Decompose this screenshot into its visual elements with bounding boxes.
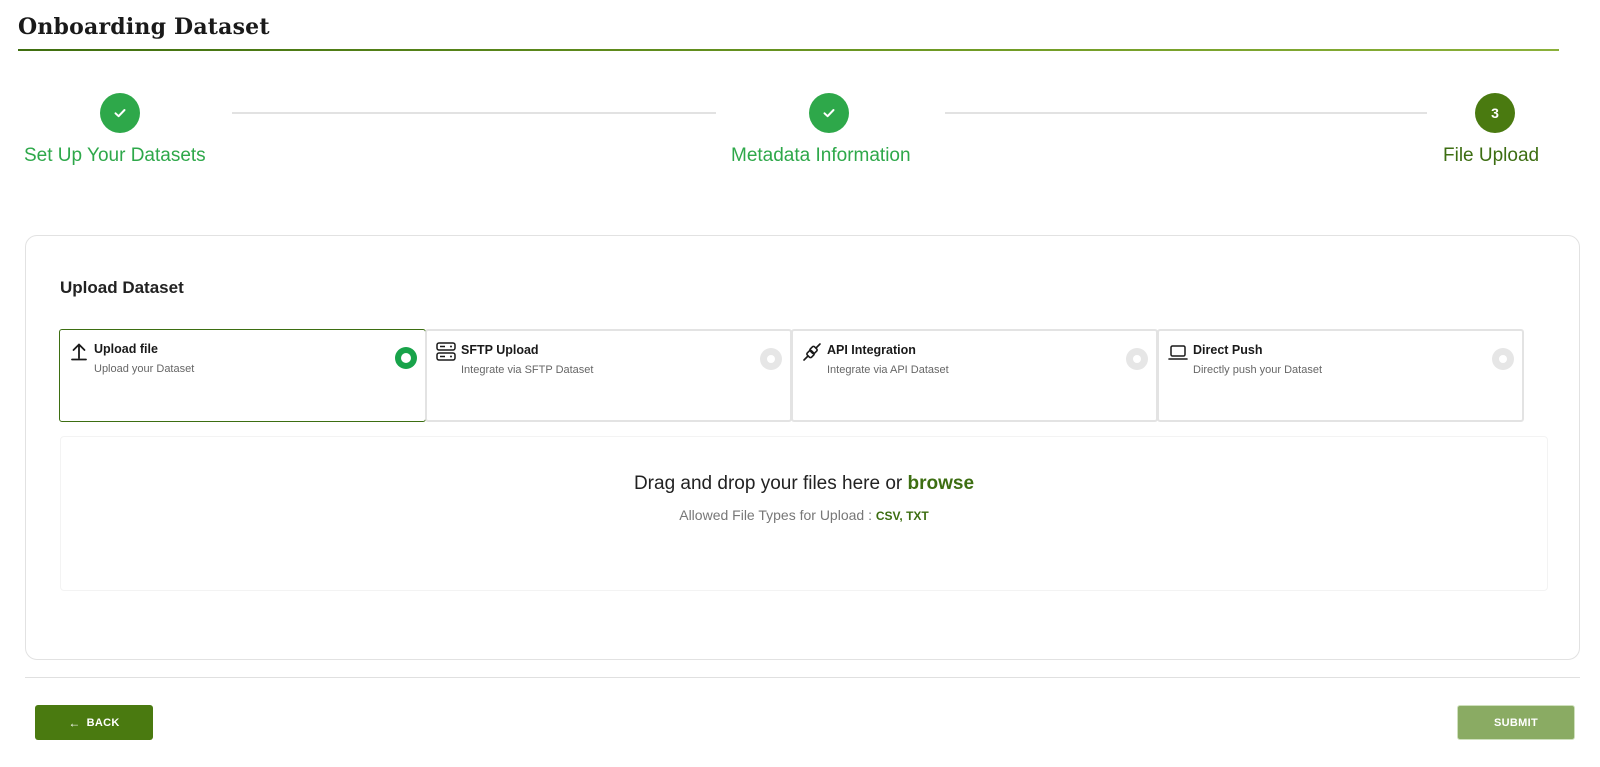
- allowed-types-label: Allowed File Types for Upload :: [679, 507, 872, 523]
- option-api-integration[interactable]: API Integration Integrate via API Datase…: [791, 329, 1158, 422]
- footer-divider: [25, 677, 1580, 678]
- allowed-types-value: CSV, TXT: [875, 509, 929, 523]
- step-3-label: File Upload: [1443, 145, 1540, 166]
- upload-card: Upload Dataset Upload file Upload your D…: [25, 235, 1580, 660]
- step-3-number: 3: [1475, 93, 1515, 133]
- back-button[interactable]: ← BACK: [35, 705, 153, 740]
- option-direct-push[interactable]: Direct Push Directly push your Dataset: [1157, 329, 1524, 422]
- option-description: Upload your Dataset: [94, 363, 195, 375]
- option-upload-file[interactable]: Upload file Upload your Dataset: [59, 329, 426, 422]
- option-radio[interactable]: [760, 348, 782, 370]
- allowed-file-types: Allowed File Types for Upload : CSV, TXT: [61, 507, 1547, 523]
- stepper: Set Up Your Datasets Metadata Informatio…: [0, 0, 1600, 200]
- step-1-label: Set Up Your Datasets: [24, 145, 206, 166]
- option-description: Integrate via SFTP Dataset: [461, 364, 594, 376]
- browse-link[interactable]: browse: [908, 473, 975, 494]
- upload-section-title: Upload Dataset: [60, 278, 184, 297]
- option-radio[interactable]: [395, 347, 417, 369]
- submit-button-label: SUBMIT: [1494, 716, 1538, 729]
- step-2-label: Metadata Information: [731, 145, 911, 166]
- plug-icon: [801, 341, 823, 363]
- dropzone-instruction: Drag and drop your files here or: [633, 473, 903, 494]
- step-connector: [232, 112, 716, 114]
- option-title: SFTP Upload: [461, 343, 539, 357]
- option-description: Directly push your Dataset: [1193, 364, 1322, 376]
- laptop-icon: [1167, 341, 1189, 363]
- dropzone-text: Drag and drop your files here or browse: [61, 473, 1547, 495]
- step-1-check-icon: [100, 93, 140, 133]
- submit-button[interactable]: SUBMIT: [1457, 705, 1575, 740]
- option-title: API Integration: [827, 343, 916, 357]
- option-radio[interactable]: [1126, 348, 1148, 370]
- step-2-check-icon: [809, 93, 849, 133]
- step-connector: [945, 112, 1427, 114]
- upload-icon: [68, 340, 90, 362]
- option-description: Integrate via API Dataset: [827, 364, 949, 376]
- option-radio[interactable]: [1492, 348, 1514, 370]
- option-sftp-upload[interactable]: SFTP Upload Integrate via SFTP Dataset: [425, 329, 792, 422]
- server-icon: [435, 341, 457, 363]
- arrow-left-icon: ←: [68, 715, 81, 730]
- option-title: Direct Push: [1193, 343, 1263, 357]
- back-button-label: BACK: [86, 716, 120, 729]
- option-title: Upload file: [94, 342, 158, 356]
- file-dropzone[interactable]: Drag and drop your files here or browse …: [60, 436, 1548, 591]
